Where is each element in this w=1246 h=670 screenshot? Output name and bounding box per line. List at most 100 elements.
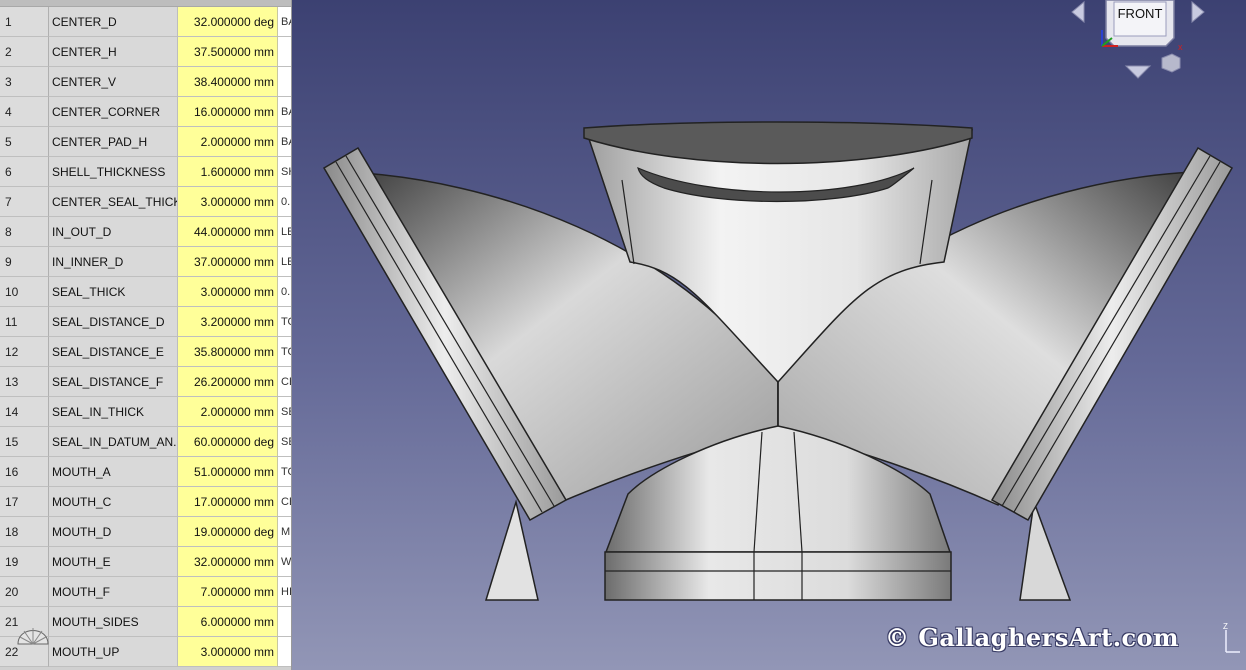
parameter-name-cell[interactable]: IN_INNER_D [49,247,178,277]
parameter-extra-cell[interactable]: M [278,517,291,547]
watermark-text: © GallaghersArt.com [885,623,1180,652]
parameter-extra-cell[interactable] [278,67,291,97]
3d-scene[interactable] [292,0,1246,670]
spreadsheet-panel: 1CENTER_D32.000000 degBA2CENTER_H37.5000… [0,0,292,670]
parameter-name-cell[interactable]: CENTER_CORNER [49,97,178,127]
parameter-value-cell[interactable]: 38.400000 mm [178,67,278,97]
parameter-name-cell[interactable]: CENTER_D [49,7,178,37]
parameter-value-cell[interactable]: 26.200000 mm [178,367,278,397]
spreadsheet-row: 19 MOUTH_E 32.000000 mm W [0,547,291,577]
navcube-x-label: x [1178,42,1183,52]
parameter-value-cell[interactable]: 7.000000 mm [178,577,278,607]
row-number: 18 [0,517,49,547]
parameter-value-cell[interactable]: 32.000000 mm [178,547,278,577]
parameter-extra-cell[interactable]: CE [278,367,291,397]
axis-triad-icon: Z [1208,620,1246,660]
parameter-value-cell[interactable]: 16.000000 mm [178,97,278,127]
spreadsheet-header-edge [0,0,291,7]
row-number: 6 [0,157,49,187]
parameter-value-cell[interactable]: 6.000000 mm [178,607,278,637]
parameter-value-cell[interactable]: 2.000000 mm [178,397,278,427]
view-menu-cube-icon[interactable] [1161,53,1181,73]
parameter-name-cell[interactable]: SEAL_DISTANCE_F [49,367,178,397]
spreadsheet-row: 18 MOUTH_D 19.000000 deg M [0,517,291,547]
parameter-extra-cell[interactable]: BA [278,7,291,37]
parameter-value-cell[interactable]: 32.000000 deg [178,7,278,37]
spreadsheet-row: 6SHELL_THICKNESS1.600000 mmSH [0,157,291,187]
navcube-left-arrow-icon[interactable] [1071,0,1085,24]
parameter-value-cell[interactable]: 3.200000 mm [178,307,278,337]
parameter-name-cell[interactable]: CENTER_PAD_H [49,127,178,157]
parameter-extra-cell[interactable]: HI [278,577,291,607]
parameter-name-cell[interactable]: SHELL_THICKNESS [49,157,178,187]
parameter-extra-cell[interactable] [278,637,291,667]
parameter-extra-cell[interactable]: 0. [278,277,291,307]
parameter-name-cell[interactable]: MOUTH_SIDES [49,607,178,637]
parameter-value-cell[interactable]: 3.000000 mm [178,637,278,667]
spreadsheet-row: 7 CENTER_SEAL_THICK 3.000000 mm 0. [0,187,291,217]
parameter-name-cell[interactable]: MOUTH_UP [49,637,178,667]
parameter-extra-cell[interactable]: SH [278,157,291,187]
parameter-value-cell[interactable]: 51.000000 mm [178,457,278,487]
parameter-name-cell[interactable]: CENTER_H [49,37,178,67]
row-number: 15 [0,427,49,457]
parameter-value-cell[interactable]: 35.800000 mm [178,337,278,367]
parameter-name-cell[interactable]: MOUTH_A [49,457,178,487]
parameter-extra-cell[interactable]: TO [278,307,291,337]
parameter-extra-cell[interactable]: 0. [278,187,291,217]
navcube-down-arrow-icon[interactable] [1124,65,1152,79]
parameter-extra-cell[interactable]: LE [278,217,291,247]
parameter-name-cell[interactable]: MOUTH_C [49,487,178,517]
row-number: 1 [0,7,49,37]
navcube-right-arrow-icon[interactable] [1191,0,1205,24]
parameter-value-cell[interactable]: 1.600000 mm [178,157,278,187]
spreadsheet-row: 17MOUTH_C17.000000 mmCE [0,487,291,517]
row-number: 5 [0,127,49,157]
spreadsheet-row: 9IN_INNER_D37.000000 mmLE [0,247,291,277]
parameter-extra-cell[interactable]: W [278,547,291,577]
parameter-value-cell[interactable]: 37.500000 mm [178,37,278,67]
parameter-value-cell[interactable]: 37.000000 mm [178,247,278,277]
spreadsheet-row: 8IN_OUT_D44.000000 mmLE [0,217,291,247]
parameter-extra-cell[interactable]: SE [278,427,291,457]
parameter-name-cell[interactable]: CENTER_SEAL_THICK [49,187,178,217]
navigation-cube[interactable]: FRONT x [1068,0,1208,84]
spreadsheet-row: 12SEAL_DISTANCE_E35.800000 mmTO [0,337,291,367]
parameter-extra-cell[interactable]: SE [278,397,291,427]
parameter-name-cell[interactable]: SEAL_IN_DATUM_AN... [49,427,178,457]
parameter-value-cell[interactable]: 17.000000 mm [178,487,278,517]
parameter-value-cell[interactable]: 2.000000 mm [178,127,278,157]
parameter-name-cell[interactable]: MOUTH_D [49,517,178,547]
parameter-value-cell[interactable]: 3.000000 mm [178,187,278,217]
parameter-name-cell[interactable]: SEAL_DISTANCE_D [49,307,178,337]
parameter-extra-cell[interactable]: BA [278,127,291,157]
parameter-value-cell[interactable]: 60.000000 deg [178,427,278,457]
row-number: 16 [0,457,49,487]
spreadsheet-row: 20 MOUTH_F 7.000000 mm HI [0,577,291,607]
parameter-value-cell[interactable]: 3.000000 mm [178,277,278,307]
parameter-extra-cell[interactable]: TO [278,457,291,487]
parameter-extra-cell[interactable]: LE [278,247,291,277]
parameter-name-cell[interactable]: SEAL_IN_THICK [49,397,178,427]
row-number: 10 [0,277,49,307]
parameter-name-cell[interactable]: SEAL_THICK [49,277,178,307]
parameter-name-cell[interactable]: MOUTH_E [49,547,178,577]
parameter-extra-cell[interactable] [278,37,291,67]
parameter-value-cell[interactable]: 19.000000 deg [178,517,278,547]
shell-logo-icon [14,614,52,652]
parameter-extra-cell[interactable]: BA [278,97,291,127]
row-number: 19 [0,547,49,577]
parameter-extra-cell[interactable] [278,607,291,637]
parameter-name-cell[interactable]: MOUTH_F [49,577,178,607]
parameter-name-cell[interactable]: CENTER_V [49,67,178,97]
parameter-name-cell[interactable]: SEAL_DISTANCE_E [49,337,178,367]
spreadsheet-row: 14SEAL_IN_THICK2.000000 mmSE [0,397,291,427]
parameter-name-cell[interactable]: IN_OUT_D [49,217,178,247]
spreadsheet-row: 4CENTER_CORNER16.000000 mmBA [0,97,291,127]
parameter-value-cell[interactable]: 44.000000 mm [178,217,278,247]
3d-viewport[interactable] [292,0,1246,670]
row-number: 11 [0,307,49,337]
parameter-extra-cell[interactable]: TO [278,337,291,367]
parameter-extra-cell[interactable]: CE [278,487,291,517]
row-number: 17 [0,487,49,517]
